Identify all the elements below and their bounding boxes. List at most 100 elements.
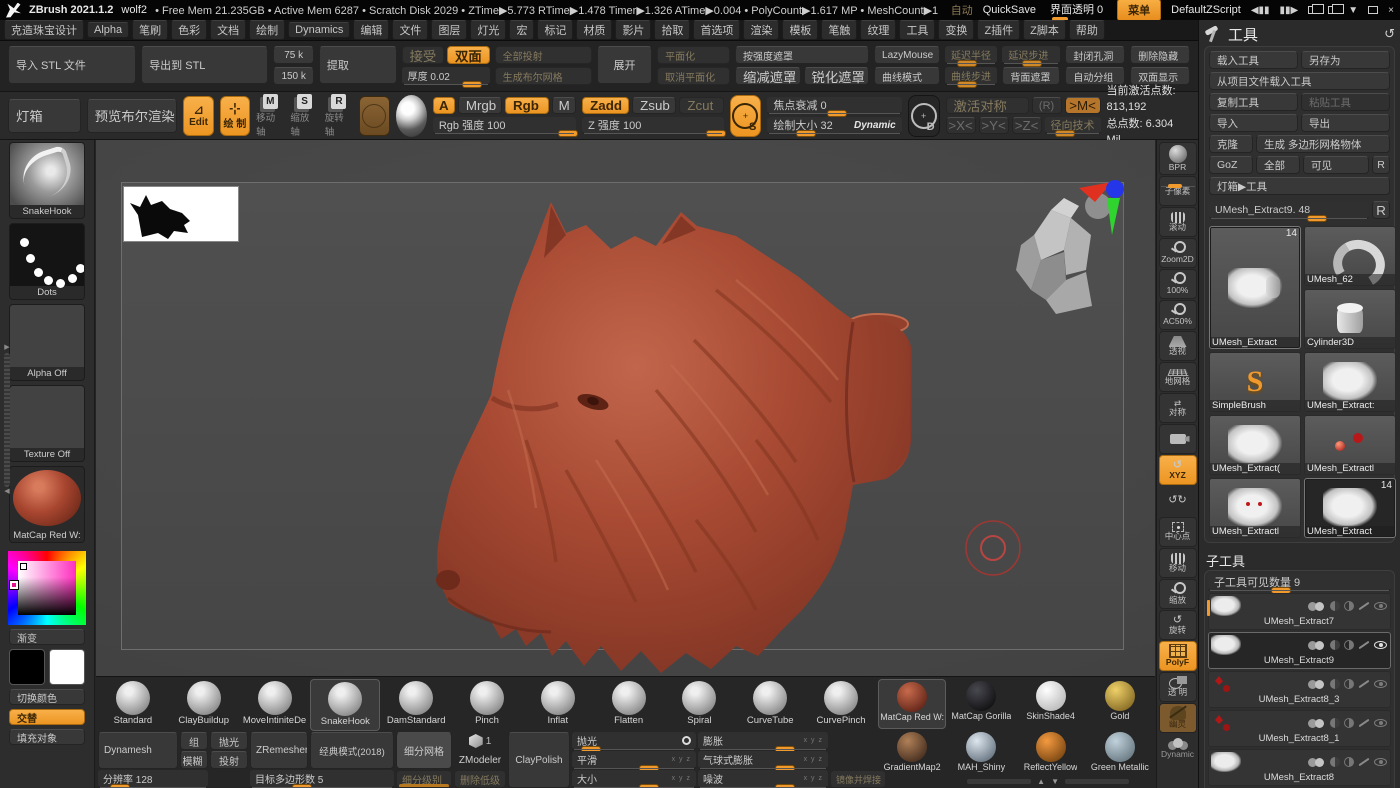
menu-item[interactable]: 克造珠宝设计	[4, 20, 84, 40]
menu-item[interactable]: 影片	[615, 20, 651, 40]
subtool-row[interactable]: UMesh_Extract8_1	[1208, 710, 1391, 747]
subdiv-level-slider[interactable]: 细分级别	[396, 770, 452, 788]
right-shelf-button[interactable]: 移动	[1159, 548, 1197, 578]
dynamesh-button[interactable]: Dynamesh	[98, 732, 178, 769]
right-shelf-button[interactable]: 缩放	[1159, 579, 1197, 609]
lightbox-button[interactable]: 灯箱	[8, 99, 81, 133]
menu-item[interactable]: Dynamics	[288, 22, 350, 38]
polish-button[interactable]: 抛光	[210, 732, 248, 750]
rgb-intensity-slider[interactable]: Rgb 强度 100	[433, 117, 576, 134]
menu-item[interactable]: 渲染	[743, 20, 779, 40]
m-symmetry-button[interactable]: >M<	[1065, 97, 1101, 114]
extract-button[interactable]: 提取	[319, 46, 397, 84]
rgb-button[interactable]: Rgb	[505, 97, 549, 114]
left-tray-slot[interactable]: SnakeHook	[9, 142, 85, 219]
subtool-visible-count-slider[interactable]: 子工具可见数量 9	[1208, 574, 1391, 591]
brush-tile[interactable]: SnakeHook	[310, 679, 380, 731]
resolution-slider[interactable]: 分辨率 128	[98, 770, 208, 788]
right-shelf-button[interactable]: 透 明	[1159, 672, 1197, 702]
fill-object-button[interactable]: 填充对象	[9, 729, 85, 745]
quicksave-button[interactable]: QuickSave	[983, 4, 1036, 16]
a-toggle-button[interactable]: A	[433, 97, 455, 114]
menu-item[interactable]: 灯光	[470, 20, 506, 40]
left-tray-slot[interactable]: MatCap Red W:	[9, 466, 85, 543]
alternate-button[interactable]: 交替	[9, 709, 85, 725]
group-button[interactable]: 组	[180, 732, 208, 750]
brush-icon[interactable]	[1359, 758, 1370, 767]
dynamic-size-button[interactable]: +D	[908, 95, 940, 137]
preview-boolean-button[interactable]: 预览布尔渲染	[87, 99, 178, 133]
dock-right-icon[interactable]	[1328, 6, 1338, 14]
menu-item[interactable]: 标记	[537, 20, 573, 40]
polypaint-icon[interactable]	[1308, 680, 1326, 689]
brush-tile[interactable]: Spiral	[665, 679, 735, 731]
polish-slider[interactable]: 抛光	[572, 732, 696, 750]
brush-tile[interactable]: CurvePinch	[806, 679, 876, 731]
menu-item[interactable]: Z脚本	[1023, 20, 1066, 40]
difference-icon[interactable]	[1344, 679, 1354, 689]
material-tile[interactable]: Green Metallic	[1086, 730, 1154, 780]
circle-toggle-icon[interactable]	[682, 736, 691, 745]
uv-icon[interactable]	[1330, 757, 1340, 767]
paste-tool-button[interactable]: 粘贴工具	[1301, 93, 1390, 111]
material-tile[interactable]: Gold	[1086, 679, 1154, 729]
close-icon[interactable]: ×	[1388, 5, 1394, 16]
save-as-button[interactable]: 另存为	[1301, 51, 1390, 69]
restore-icon[interactable]	[1368, 6, 1378, 14]
claypolish-button[interactable]: ClayPolish	[508, 732, 570, 788]
menu-item[interactable]: 绘制	[249, 20, 285, 40]
focal-shift-slider[interactable]: 焦点衰减 0	[767, 97, 901, 114]
zadd-button[interactable]: Zadd	[582, 97, 629, 114]
polypaint-icon[interactable]	[1308, 641, 1326, 650]
zcut-button[interactable]: Zcut	[679, 97, 723, 114]
brush-icon[interactable]	[1359, 680, 1370, 689]
uv-icon[interactable]	[1330, 718, 1340, 728]
right-shelf-button[interactable]: ⇄ 对称	[1159, 393, 1197, 423]
thickness-slider[interactable]: 厚度 0.02	[402, 67, 490, 85]
switch-color-button[interactable]: 切换颜色	[9, 689, 85, 705]
subtool-row[interactable]: UMesh_Extract9	[1208, 632, 1391, 669]
left-tray-scrollbar[interactable]: ▶◀	[3, 345, 11, 495]
load-from-project-button[interactable]: 从项目文件载入工具	[1209, 72, 1390, 90]
active-tool-slider[interactable]: UMesh_Extract9. 48	[1209, 201, 1369, 219]
right-shelf-button[interactable]: 地网格	[1159, 362, 1197, 392]
zremesher-button[interactable]: ZRemesher	[250, 732, 308, 769]
inflate-slider[interactable]: 膨胀x y z	[698, 732, 828, 750]
ui-transparency-slider[interactable]: 界面透明 0	[1046, 1, 1107, 20]
menu-item[interactable]: Z插件	[977, 20, 1020, 40]
close-holes-button[interactable]: 封闭孔洞	[1065, 46, 1125, 64]
activate-symmetry-button[interactable]: 激活对称	[946, 97, 1029, 114]
eye-visibility-icon[interactable]	[1374, 602, 1387, 610]
150k-button[interactable]: 150 k	[273, 67, 313, 85]
brush-tile[interactable]: Standard	[98, 679, 168, 731]
noise-slider[interactable]: 噪波x y z	[698, 770, 828, 788]
menu-item[interactable]: 纹理	[860, 20, 896, 40]
import-stl-button[interactable]: 导入 STL 文件	[8, 46, 136, 84]
move-gyro-button[interactable]: M移动轴	[256, 94, 284, 138]
uv-icon[interactable]	[1330, 640, 1340, 650]
eye-visibility-icon[interactable]	[1374, 680, 1387, 688]
delete-lower-button[interactable]: 删除低级	[454, 770, 506, 788]
copy-tool-button[interactable]: 复制工具	[1209, 93, 1298, 111]
material-tile[interactable]: MAH_Shiny	[947, 730, 1015, 780]
tool-thumbnail[interactable]: 14 UMesh_Extract	[1304, 478, 1396, 538]
tool-thumbnail[interactable]: Cylinder3D	[1304, 289, 1396, 349]
difference-icon[interactable]	[1344, 757, 1354, 767]
brush-tile[interactable]: Pinch	[452, 679, 522, 731]
right-shelf-button[interactable]: Zoom2D	[1159, 238, 1197, 268]
mrgb-button[interactable]: Mrgb	[458, 97, 502, 114]
right-shelf-button[interactable]	[1159, 424, 1197, 454]
collapse-left-tray-icon[interactable]: ◀▮▮	[1251, 5, 1270, 16]
draw-button[interactable]: -¦-绘 制	[220, 96, 250, 136]
menu-item[interactable]: 色彩	[171, 20, 207, 40]
polypaint-icon[interactable]	[1308, 602, 1326, 611]
menu-item[interactable]: 材质	[576, 20, 612, 40]
left-tray-slot[interactable]: Alpha Off	[9, 304, 85, 381]
brush-icon[interactable]	[1359, 719, 1370, 728]
dock-left-icon[interactable]	[1308, 6, 1318, 14]
smooth-slider[interactable]: 平滑x y z	[572, 751, 696, 769]
right-shelf-button[interactable]: 幽灵	[1159, 703, 1197, 733]
material-tile[interactable]: MatCap Gorilla	[947, 679, 1015, 729]
material-tile[interactable]: SkinShade4	[1017, 679, 1085, 729]
right-shelf-button[interactable]: BPR	[1159, 142, 1197, 175]
